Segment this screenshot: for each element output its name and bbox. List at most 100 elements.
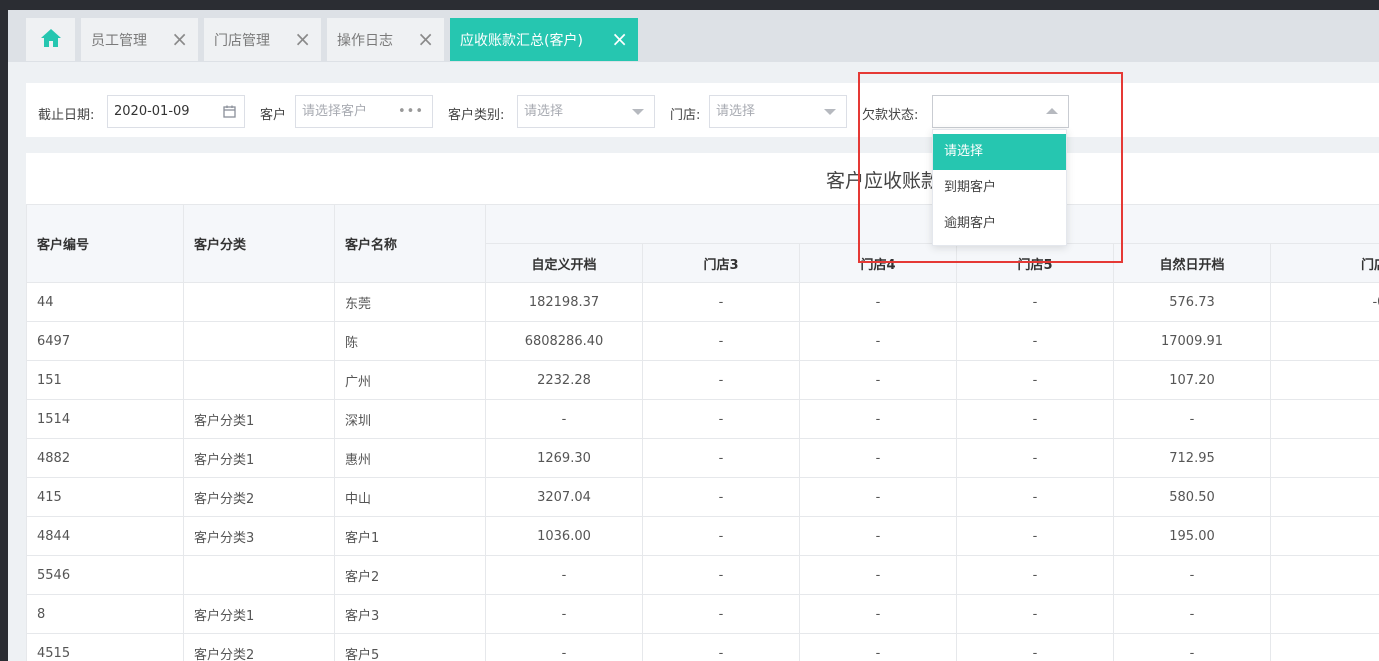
close-icon[interactable]: × bbox=[171, 28, 188, 50]
category-select[interactable]: 请选择 bbox=[517, 95, 655, 128]
col-header: 自然日开档 bbox=[1113, 243, 1271, 283]
store-select[interactable]: 请选择 bbox=[709, 95, 847, 128]
cell: - bbox=[956, 516, 1114, 556]
close-icon[interactable]: × bbox=[611, 28, 628, 50]
tab-stores[interactable]: 门店管理 × bbox=[204, 18, 321, 61]
cell: - bbox=[956, 282, 1114, 322]
table-row[interactable]: 8 客户分类1 客户3 - - - - - - bbox=[26, 594, 1379, 634]
dropdown-option-please-select[interactable]: 请选择 bbox=[933, 134, 1066, 170]
cell: 深圳 bbox=[334, 399, 486, 439]
cell: - bbox=[799, 633, 957, 661]
cell: - bbox=[799, 477, 957, 517]
cell: 中山 bbox=[334, 477, 486, 517]
dropdown-option-due[interactable]: 到期客户 bbox=[933, 170, 1066, 206]
cell: - bbox=[799, 555, 957, 595]
table-row[interactable]: 5546 客户2 - - - - - - bbox=[26, 555, 1379, 595]
tab-home[interactable] bbox=[26, 18, 75, 61]
cell: - bbox=[956, 594, 1114, 634]
cell: - bbox=[642, 360, 800, 400]
cell: 151 bbox=[26, 360, 184, 400]
cell bbox=[183, 321, 335, 361]
cell: - bbox=[799, 282, 957, 322]
cell: 客户分类1 bbox=[183, 594, 335, 634]
store-placeholder: 请选择 bbox=[716, 104, 756, 119]
cell: - bbox=[1269, 360, 1379, 400]
cell: 6808286.40 bbox=[485, 321, 643, 361]
category-placeholder: 请选择 bbox=[524, 104, 564, 119]
table-row[interactable]: 415 客户分类2 中山 3207.04 - - - 580.50 - bbox=[26, 477, 1379, 517]
col-header: 自定义开档 bbox=[485, 243, 643, 283]
tab-label: 门店管理 bbox=[214, 32, 270, 49]
cell: 1036.00 bbox=[485, 516, 643, 556]
cell: 4882 bbox=[26, 438, 184, 478]
app-window: 员工管理 × 门店管理 × 操作日志 × 应收账款汇总(客户) × 截止日期: … bbox=[8, 10, 1379, 661]
debt-status-select[interactable] bbox=[932, 95, 1069, 128]
cell: -0.10 bbox=[1269, 282, 1379, 322]
cell: 客户1 bbox=[334, 516, 486, 556]
filter-bar: 截止日期: 2020-01-09 客户 请选择客户 ••• 客户类别: 请选择 … bbox=[26, 83, 1379, 137]
customer-select[interactable]: 请选择客户 ••• bbox=[295, 95, 433, 128]
cell: - bbox=[485, 399, 643, 439]
tab-logs[interactable]: 操作日志 × bbox=[327, 18, 444, 61]
category-label: 客户类别: bbox=[448, 108, 505, 123]
cell: - bbox=[799, 438, 957, 478]
tab-bar: 员工管理 × 门店管理 × 操作日志 × 应收账款汇总(客户) × bbox=[8, 10, 1379, 62]
table-row[interactable]: 151 广州 2232.28 - - - 107.20 - bbox=[26, 360, 1379, 400]
cell: 4515 bbox=[26, 633, 184, 661]
tab-staff[interactable]: 员工管理 × bbox=[81, 18, 198, 61]
cell: - bbox=[1269, 555, 1379, 595]
cell: 客户分类1 bbox=[183, 399, 335, 439]
cell: 陈 bbox=[334, 321, 486, 361]
cell: - bbox=[956, 321, 1114, 361]
date-value: 2020-01-09 bbox=[114, 104, 190, 119]
col-header: 门店5 bbox=[956, 243, 1114, 283]
cell: 客户分类1 bbox=[183, 438, 335, 478]
cell bbox=[183, 282, 335, 322]
cell: 580.50 bbox=[1113, 477, 1271, 517]
cell: 3207.04 bbox=[485, 477, 643, 517]
cell: - bbox=[1269, 516, 1379, 556]
table-row[interactable]: 4882 客户分类1 惠州 1269.30 - - - 712.95 - bbox=[26, 438, 1379, 478]
cell: 惠州 bbox=[334, 438, 486, 478]
cell: 东莞 bbox=[334, 282, 486, 322]
table-row[interactable]: 6497 陈 6808286.40 - - - 17009.91 - bbox=[26, 321, 1379, 361]
table-row[interactable]: 1514 客户分类1 深圳 - - - - - - bbox=[26, 399, 1379, 439]
tab-label: 员工管理 bbox=[91, 32, 147, 49]
date-picker[interactable]: 2020-01-09 bbox=[107, 95, 245, 128]
debt-status-label: 欠款状态: bbox=[862, 108, 919, 123]
tab-receivables[interactable]: 应收账款汇总(客户) × bbox=[450, 18, 638, 61]
receivables-table: 客户编号 客户分类 客户名称 元) 自定义开档 门店3 门店4 门店5 自然日开… bbox=[26, 204, 1379, 661]
cell bbox=[183, 555, 335, 595]
close-icon[interactable]: × bbox=[294, 28, 311, 50]
cell: 6497 bbox=[26, 321, 184, 361]
col-header: 客户分类 bbox=[183, 204, 335, 283]
cell: - bbox=[956, 399, 1114, 439]
home-icon bbox=[40, 28, 62, 52]
more-icon[interactable]: ••• bbox=[398, 96, 424, 127]
cell: 客户2 bbox=[334, 555, 486, 595]
cell: 1269.30 bbox=[485, 438, 643, 478]
cell: - bbox=[956, 477, 1114, 517]
cell: - bbox=[799, 594, 957, 634]
table-row[interactable]: 4844 客户分类3 客户1 1036.00 - - - 195.00 - bbox=[26, 516, 1379, 556]
table-row[interactable]: 44 东莞 182198.37 - - - 576.73 -0.10 bbox=[26, 282, 1379, 322]
cell: - bbox=[485, 555, 643, 595]
table-row[interactable]: 4515 客户分类2 客户5 - - - - - - bbox=[26, 633, 1379, 661]
cell: - bbox=[1113, 633, 1271, 661]
cell: - bbox=[956, 360, 1114, 400]
cell: 客户分类3 bbox=[183, 516, 335, 556]
dropdown-option-overdue[interactable]: 逾期客户 bbox=[933, 206, 1066, 242]
cell: 107.20 bbox=[1113, 360, 1271, 400]
date-label: 截止日期: bbox=[38, 108, 95, 123]
cell: - bbox=[1113, 555, 1271, 595]
cell: 576.73 bbox=[1113, 282, 1271, 322]
cell: 1514 bbox=[26, 399, 184, 439]
customer-placeholder: 请选择客户 bbox=[302, 104, 368, 119]
calendar-icon bbox=[223, 96, 236, 130]
cell: 5546 bbox=[26, 555, 184, 595]
cell: - bbox=[799, 321, 957, 361]
cell: 712.95 bbox=[1113, 438, 1271, 478]
cell: - bbox=[956, 555, 1114, 595]
cell: 17009.91 bbox=[1113, 321, 1271, 361]
close-icon[interactable]: × bbox=[417, 28, 434, 50]
